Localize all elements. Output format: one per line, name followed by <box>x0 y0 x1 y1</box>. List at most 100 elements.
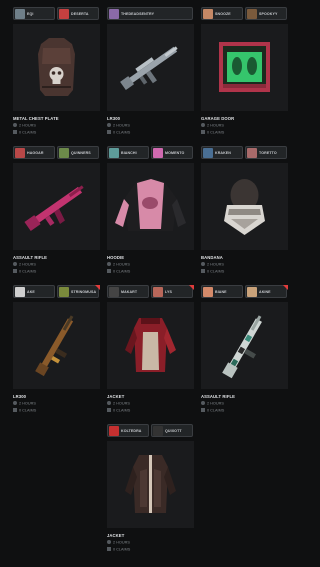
item-image[interactable] <box>107 302 194 389</box>
claims-text: 0 CLAIMS <box>19 130 37 135</box>
claims-stat: 0 CLAIMS <box>107 269 130 274</box>
creator-chip[interactable]: AKE <box>13 285 55 298</box>
claims-text: 0 CLAIMS <box>113 547 131 552</box>
creator-name: BIANE <box>215 290 227 294</box>
creator-name: KOLTEDRA <box>121 429 142 433</box>
item-image[interactable] <box>201 163 288 250</box>
heart-icon <box>107 408 111 412</box>
item-title: HOODIE <box>107 255 125 260</box>
creator-name: KRAKEN <box>215 151 231 155</box>
creator-chip[interactable]: BIANE <box>201 285 243 298</box>
creator-chip[interactable]: AKINE <box>245 285 287 298</box>
claims-text: 0 CLAIMS <box>113 269 131 274</box>
item-title: GARAGE DOOR <box>201 116 235 121</box>
clock-icon <box>107 262 111 266</box>
item-title: JACKET <box>107 533 125 538</box>
hours-text: 2 HOURS <box>207 123 224 128</box>
bandana-icon <box>224 179 265 235</box>
hours-text: 2 HOURS <box>19 123 36 128</box>
avatar <box>247 9 257 19</box>
item-image[interactable] <box>13 163 100 250</box>
hours-text: 2 HOURS <box>19 262 36 267</box>
hours-stat: 2 HOURS <box>107 401 130 406</box>
hours-text: 2 HOURS <box>113 401 130 406</box>
heart-icon <box>13 408 17 412</box>
creator-chip[interactable]: DESERTA <box>57 7 99 20</box>
creator-chip[interactable]: MAKART <box>107 285 149 298</box>
claims-stat: 0 CLAIMS <box>13 408 36 413</box>
item-title: BANDANA <box>201 255 223 260</box>
creator-name: LYS <box>165 290 172 294</box>
creator-chip[interactable]: STRINGMUSA <box>57 285 99 298</box>
creator-name: THEDEADSENTRY <box>121 12 155 16</box>
heart-icon <box>13 130 17 134</box>
creator-chip[interactable]: EQI <box>13 7 55 20</box>
item-image[interactable] <box>201 24 288 111</box>
creator-chip[interactable]: SPOOKYY <box>245 7 287 20</box>
creator-name: STRINGMUSA <box>71 290 97 294</box>
chest-plate-icon <box>38 38 75 96</box>
jacket-icon <box>125 455 176 513</box>
claims-stat: 0 CLAIMS <box>201 269 224 274</box>
avatar <box>59 9 69 19</box>
new-flag-icon <box>283 285 288 290</box>
creator-chip[interactable]: LYS <box>151 285 193 298</box>
hours-text: 2 HOURS <box>19 401 36 406</box>
item-image[interactable] <box>13 24 100 111</box>
item-title: ASSAULT RIFLE <box>13 255 48 260</box>
item-title: LR300 <box>13 394 27 399</box>
heart-icon <box>13 269 17 273</box>
creator-chip[interactable]: KOLTEDRA <box>107 424 149 437</box>
rifle-icon <box>35 315 74 377</box>
hours-stat: 2 HOURS <box>107 540 130 545</box>
claims-stat: 0 CLAIMS <box>201 408 224 413</box>
hours-stat: 2 HOURS <box>13 401 36 406</box>
claims-text: 0 CLAIMS <box>207 408 225 413</box>
item-image[interactable] <box>107 163 194 250</box>
hours-stat: 2 HOURS <box>13 262 36 267</box>
claims-stat: 0 CLAIMS <box>107 408 130 413</box>
hours-stat: 2 HOURS <box>107 262 130 267</box>
creator-chip[interactable]: SNOOZE <box>201 7 243 20</box>
creator-chip[interactable]: QUIXOTT <box>151 424 193 437</box>
clock-icon <box>13 262 17 266</box>
hours-text: 2 HOURS <box>113 123 130 128</box>
claims-stat: 0 CLAIMS <box>13 269 36 274</box>
avatar <box>203 287 213 297</box>
clock-icon <box>107 123 111 127</box>
creator-chip[interactable]: KRAKEN <box>201 146 243 159</box>
jacket-icon <box>125 318 176 372</box>
creator-chip[interactable]: HAGGAR <box>13 146 55 159</box>
creator-chip[interactable]: BIANCHI <box>107 146 149 159</box>
claims-text: 0 CLAIMS <box>19 269 37 274</box>
rifle-icon <box>222 315 262 379</box>
claims-text: 0 CLAIMS <box>207 130 225 135</box>
creator-chip[interactable]: QUINNERS <box>57 146 99 159</box>
clock-icon <box>107 401 111 405</box>
item-image[interactable] <box>107 24 194 111</box>
avatar <box>109 426 119 436</box>
creator-chip[interactable]: THEDEADSENTRY <box>107 7 193 20</box>
avatar <box>109 9 119 19</box>
hours-stat: 2 HOURS <box>201 401 224 406</box>
hours-text: 2 HOURS <box>113 262 130 267</box>
creator-name: QUINNERS <box>71 151 91 155</box>
creator-name: SPOOKYY <box>259 12 278 16</box>
creator-name: HAGGAR <box>27 151 44 155</box>
heart-icon <box>107 547 111 551</box>
creator-chip[interactable]: TORETTO <box>245 146 287 159</box>
creator-chip[interactable]: MOMENTO <box>151 146 193 159</box>
creator-name: AKINE <box>259 290 271 294</box>
heart-icon <box>201 269 205 273</box>
item-image[interactable] <box>13 302 100 389</box>
avatar <box>203 148 213 158</box>
hours-stat: 2 HOURS <box>107 123 130 128</box>
item-title: ASSAULT RIFLE <box>201 394 236 399</box>
item-image[interactable] <box>107 441 194 528</box>
hoodie-icon <box>115 179 186 231</box>
creator-name: EQI <box>27 12 34 16</box>
new-flag-icon <box>95 285 100 290</box>
item-image[interactable] <box>201 302 288 389</box>
claims-text: 0 CLAIMS <box>19 408 37 413</box>
clock-icon <box>201 123 205 127</box>
